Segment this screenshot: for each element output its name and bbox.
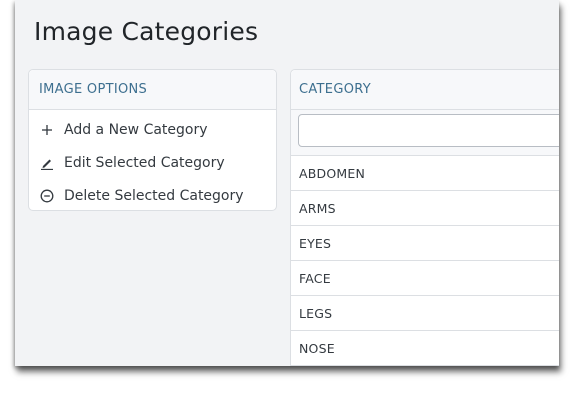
edit-category-button[interactable]: Edit Selected Category bbox=[40, 153, 225, 173]
add-category-label: Add a New Category bbox=[64, 122, 208, 138]
category-column-header[interactable]: CATEGORY bbox=[291, 70, 559, 110]
pencil-icon bbox=[40, 156, 54, 171]
delete-category-button[interactable]: Delete Selected Category bbox=[40, 186, 244, 206]
category-row[interactable]: ABDOMEN bbox=[291, 156, 559, 191]
image-options-header: IMAGE OPTIONS bbox=[29, 70, 276, 110]
image-options-panel: IMAGE OPTIONS Add a New Category Edit Se… bbox=[28, 69, 277, 211]
minus-circle-icon bbox=[40, 189, 54, 203]
page-title: Image Categories bbox=[34, 17, 259, 46]
category-panel: CATEGORY ABDOMEN ARMS EYES FACE LEGS NOS… bbox=[290, 69, 559, 366]
delete-category-label: Delete Selected Category bbox=[64, 188, 244, 204]
category-row[interactable]: NOSE bbox=[291, 331, 559, 366]
category-row[interactable]: FACE bbox=[291, 261, 559, 296]
edit-category-label: Edit Selected Category bbox=[64, 155, 225, 171]
category-row[interactable]: ARMS bbox=[291, 191, 559, 226]
plus-icon bbox=[40, 123, 54, 137]
category-filter-input[interactable] bbox=[298, 114, 559, 147]
filter-row bbox=[291, 110, 559, 156]
category-row[interactable]: EYES bbox=[291, 226, 559, 261]
category-row[interactable]: LEGS bbox=[291, 296, 559, 331]
add-category-button[interactable]: Add a New Category bbox=[40, 120, 208, 140]
app-window: Image Categories IMAGE OPTIONS Add a New… bbox=[15, 0, 559, 366]
